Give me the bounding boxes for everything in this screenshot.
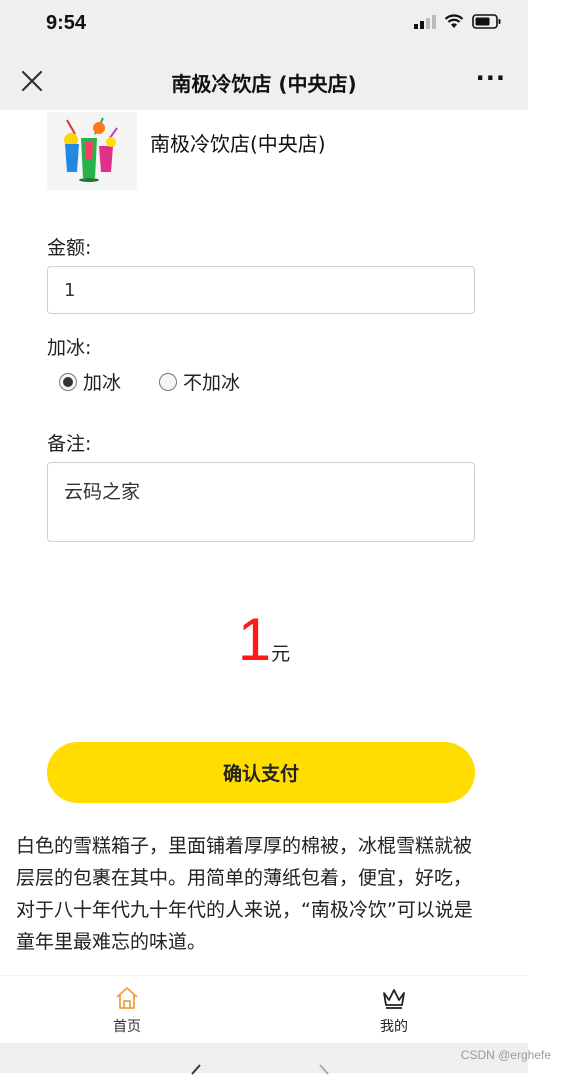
status-icons [414, 14, 502, 33]
confirm-pay-button[interactable]: 确认支付 [47, 742, 475, 803]
radio-checked-icon [59, 372, 77, 391]
signal-icon [414, 14, 436, 33]
cocktail-drinks-icon [64, 117, 118, 182]
description-line: 童年里最难忘的味道。 [16, 931, 207, 953]
radio-no-ice-label: 不加冰 [183, 372, 241, 394]
tab-home[interactable]: 首页 [67, 984, 187, 1036]
status-time: 9:54 [46, 12, 87, 34]
shop-logo [47, 112, 137, 190]
battery-icon [472, 14, 502, 33]
radio-add-ice[interactable]: 加冰 [59, 368, 121, 395]
status-bar: 9:54 [0, 0, 528, 54]
page-gutter [528, 0, 565, 1073]
amount-value: 1 [64, 279, 76, 301]
price-value: 1 [237, 606, 272, 673]
page-title: 南极冷饮店 (中央店) [171, 72, 357, 96]
remark-value: 云码之家 [64, 481, 141, 503]
tab-home-label: 首页 [113, 1019, 141, 1035]
shop-name: 南极冷饮店(中央店) [150, 132, 326, 156]
nav-bar: 南极冷饮店 (中央店) ··· [0, 54, 528, 110]
watermark: CSDN @erghefe [460, 1048, 551, 1062]
remark-textarea[interactable]: 云码之家 [47, 462, 475, 542]
ice-radio-group: 加冰 不加冰 [59, 368, 240, 395]
radio-add-ice-label: 加冰 [83, 372, 122, 394]
tab-mine-label: 我的 [380, 1019, 408, 1035]
radio-unchecked-icon [159, 372, 178, 391]
browser-bottom-bar [0, 1043, 528, 1075]
price-unit: 元 [271, 643, 291, 665]
wifi-icon [444, 14, 464, 33]
back-arrow-icon[interactable] [188, 1061, 202, 1080]
ice-label: 加冰: [47, 337, 92, 359]
tab-mine[interactable]: 我的 [334, 984, 454, 1036]
crown-icon [334, 984, 454, 1016]
shop-description: 白色的雪糕箱子，里面铺着厚厚的棉被，冰棍雪糕就被 层层的包裹在其中。用简单的薄纸… [16, 830, 516, 958]
home-icon [67, 984, 187, 1016]
remark-label: 备注: [47, 433, 92, 455]
description-line: 对于八十年代九十年代的人来说，“南极冷饮”可以说是 [16, 899, 473, 921]
amount-label: 金额: [47, 237, 92, 259]
forward-arrow-icon[interactable] [318, 1061, 332, 1080]
price-display: 1元 [0, 605, 528, 674]
phone-screen: 9:54 南极冷饮店 (中央店) ··· 南极冷饮店(中央店) 金额: 1 加冰… [0, 0, 528, 1075]
amount-input[interactable]: 1 [47, 266, 475, 314]
description-line: 层层的包裹在其中。用简单的薄纸包着，便宜，好吃， [16, 867, 473, 889]
more-menu-icon[interactable]: ··· [476, 64, 506, 92]
description-line: 白色的雪糕箱子，里面铺着厚厚的棉被，冰棍雪糕就被 [16, 835, 473, 857]
tab-bar: 首页 我的 [0, 975, 528, 1044]
radio-no-ice[interactable]: 不加冰 [159, 368, 240, 395]
